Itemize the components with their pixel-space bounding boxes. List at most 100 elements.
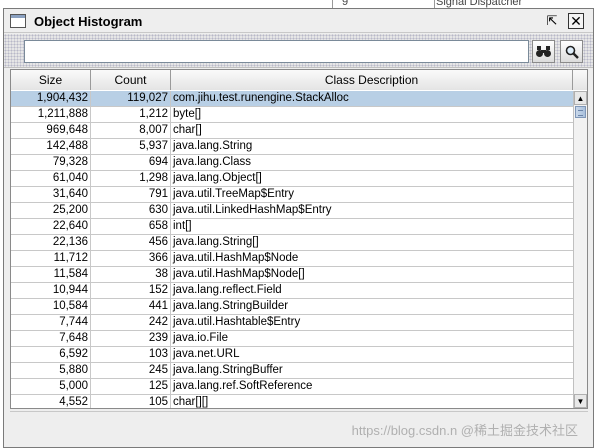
cell-count: 38 — [91, 267, 171, 282]
table-row[interactable]: 61,040 1,298 java.lang.Object[] — [11, 171, 573, 187]
cell-count: 630 — [91, 203, 171, 218]
title-bar[interactable]: Object Histogram ⇱ ✕ — [4, 9, 593, 33]
cell-count: 1,298 — [91, 171, 171, 186]
cell-count: 245 — [91, 363, 171, 378]
cell-count: 441 — [91, 299, 171, 314]
cell-size: 31,640 — [11, 187, 91, 202]
table-row[interactable]: 79,328 694 java.lang.Class — [11, 155, 573, 171]
cell-size: 6,592 — [11, 347, 91, 362]
cell-class-description: java.io.File — [173, 332, 228, 344]
cell-size: 22,640 — [11, 219, 91, 234]
table-row[interactable]: 25,200 630 java.util.LinkedHashMap$Entry — [11, 203, 573, 219]
cell-size: 4,552 — [11, 395, 91, 408]
table-row[interactable]: 6,592 103 java.net.URL — [11, 347, 573, 363]
cell-class-description: java.util.TreeMap$Entry — [173, 188, 295, 200]
cell-class-description: java.lang.ref.SoftReference — [173, 380, 313, 392]
background-divider — [434, 0, 435, 8]
cell-class-description: java.lang.Class — [173, 156, 251, 168]
cell-count: 456 — [91, 235, 171, 250]
cell-class-description: java.lang.reflect.Field — [173, 284, 282, 296]
cell-size: 5,880 — [11, 363, 91, 378]
cell-count: 658 — [91, 219, 171, 234]
cell-count: 791 — [91, 187, 171, 202]
cell-count: 242 — [91, 315, 171, 330]
table-row[interactable]: 10,584 441 java.lang.StringBuilder — [11, 299, 573, 315]
table-row[interactable]: 5,000 125 java.lang.ref.SoftReference — [11, 379, 573, 395]
cell-size: 22,136 — [11, 235, 91, 250]
table-row[interactable]: 31,640 791 java.util.TreeMap$Entry — [11, 187, 573, 203]
search-input[interactable] — [24, 40, 529, 63]
cell-class-description: java.lang.Object[] — [173, 172, 262, 184]
cell-class-description: java.lang.StringBuffer — [173, 364, 283, 376]
cell-size: 11,584 — [11, 267, 91, 282]
background-text-right: Signal Dispatcher — [436, 0, 523, 8]
cell-count: 1,212 — [91, 107, 171, 122]
cell-class-description: int[] — [173, 220, 192, 232]
table-row[interactable]: 7,744 242 java.util.Hashtable$Entry — [11, 315, 573, 331]
object-histogram-window: Object Histogram ⇱ ✕ Size Count Class De… — [3, 8, 594, 448]
cell-count: 105 — [91, 395, 171, 408]
cell-count: 152 — [91, 283, 171, 298]
scroll-up-button[interactable]: ▲ — [574, 91, 587, 105]
table-row[interactable]: 11,712 366 java.util.HashMap$Node — [11, 251, 573, 267]
cell-class-description: java.util.Hashtable$Entry — [173, 316, 301, 328]
window-title: Object Histogram — [34, 14, 143, 29]
column-header-count[interactable]: Count — [91, 70, 171, 90]
cell-count: 125 — [91, 379, 171, 394]
search-button[interactable] — [560, 40, 583, 63]
column-header-size[interactable]: Size — [11, 70, 91, 90]
table-row[interactable]: 969,648 8,007 char[] — [11, 123, 573, 139]
header-corner — [573, 70, 587, 90]
table-row[interactable]: 11,584 38 java.util.HashMap$Node[] — [11, 267, 573, 283]
cell-class-description: java.lang.StringBuilder — [173, 300, 289, 312]
background-window: 9 Signal Dispatcher — [0, 0, 604, 8]
scroll-down-button[interactable]: ▼ — [574, 394, 587, 408]
window-icon — [10, 14, 26, 28]
restore-button[interactable]: ⇱ — [544, 13, 560, 29]
cell-class-description: java.util.HashMap$Node[] — [173, 268, 305, 280]
cell-class-description: java.util.LinkedHashMap$Entry — [173, 204, 332, 216]
table-row[interactable]: 7,648 239 java.io.File — [11, 331, 573, 347]
table-row[interactable]: 142,488 5,937 java.lang.String — [11, 139, 573, 155]
status-bar: https://blog.csdn.n @稀土掘金技术社区 — [10, 411, 588, 443]
cell-size: 79,328 — [11, 155, 91, 170]
binoculars-icon — [536, 46, 551, 57]
cell-class-description: java.util.HashMap$Node — [173, 252, 299, 264]
table-body: 1,904,432 119,027 com.jihu.test.runengine.… — [11, 91, 573, 408]
cell-class-description: java.lang.String — [173, 140, 253, 152]
cell-class-description: com.jihu.test.runengine.StackAlloc — [173, 92, 349, 104]
find-button[interactable] — [532, 40, 555, 63]
table-row[interactable]: 4,552 105 char[][] — [11, 395, 573, 408]
cell-count: 119,027 — [91, 91, 171, 106]
table-row[interactable]: 22,136 456 java.lang.String[] — [11, 235, 573, 251]
table-row[interactable]: 1,211,888 1,212 byte[] — [11, 107, 573, 123]
cell-size: 10,944 — [11, 283, 91, 298]
arrow-up-icon: ▲ — [576, 93, 585, 103]
cell-size: 969,648 — [11, 123, 91, 138]
cell-size: 11,712 — [11, 251, 91, 266]
watermark: https://blog.csdn.n @稀土掘金技术社区 — [351, 423, 578, 438]
table-row[interactable]: 10,944 152 java.lang.reflect.Field — [11, 283, 573, 299]
cell-count: 239 — [91, 331, 171, 346]
scroll-thumb[interactable] — [575, 106, 586, 118]
column-header-class-description[interactable]: Class Description — [171, 70, 573, 90]
vertical-scrollbar[interactable]: ▲ ▼ — [573, 91, 587, 408]
cell-count: 366 — [91, 251, 171, 266]
background-text-left: 9 — [342, 0, 349, 8]
cell-size: 142,488 — [11, 139, 91, 154]
table-row[interactable]: 1,904,432 119,027 com.jihu.test.runengine.… — [11, 91, 573, 107]
cell-class-description: char[] — [173, 124, 202, 136]
magnifier-icon — [565, 45, 579, 59]
cell-size: 61,040 — [11, 171, 91, 186]
cell-size: 5,000 — [11, 379, 91, 394]
cell-size: 1,904,432 — [11, 91, 91, 106]
cell-class-description: java.net.URL — [173, 348, 240, 360]
histogram-table: Size Count Class Description 1,904,432 11… — [10, 69, 588, 409]
cell-class-description: char[][] — [173, 396, 209, 408]
background-divider — [332, 0, 333, 8]
cell-class-description: byte[] — [173, 108, 202, 120]
close-button[interactable]: ✕ — [568, 13, 584, 29]
table-row[interactable]: 5,880 245 java.lang.StringBuffer — [11, 363, 573, 379]
toolbar — [4, 34, 593, 68]
table-row[interactable]: 22,640 658 int[] — [11, 219, 573, 235]
